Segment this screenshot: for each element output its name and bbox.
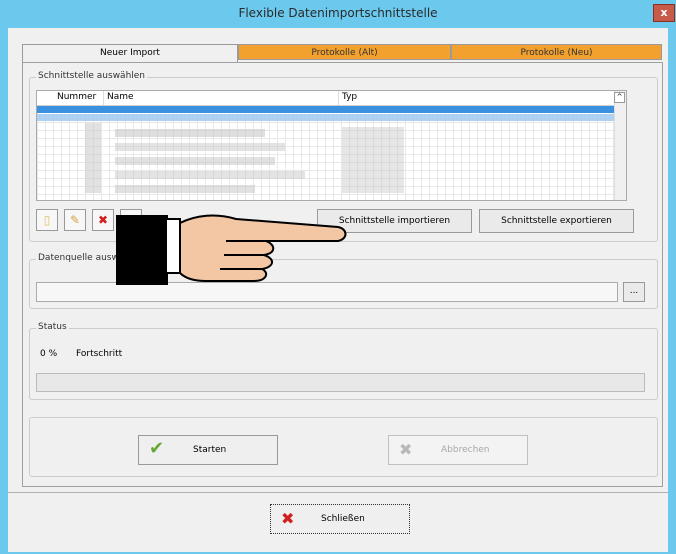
column-header-name[interactable]: Name [107,92,134,102]
tab-strip: Neuer Import Protokolle (Alt) Protokolle… [22,44,662,62]
application-window: Flexible Datenimportschnittstelle x Neue… [0,0,676,554]
close-button-label: Schließen [321,514,365,524]
pencil-icon: ✎ [69,213,81,227]
column-header-nummer[interactable]: Nummer [57,92,96,102]
progress-label: Fortschritt [76,349,123,359]
redacted-number-cells [85,123,101,193]
table-row-selected[interactable] [37,106,615,113]
window-title: Flexible Datenimportschnittstelle [238,6,438,20]
column-header-typ[interactable]: Typ [342,92,357,102]
redacted-type-cells [342,127,404,193]
export-interface-button[interactable]: Schnittstelle exportieren [479,209,634,233]
redacted-name-cell [115,129,265,137]
tab-neuer-import[interactable]: Neuer Import [22,44,238,62]
browse-button[interactable]: ... [623,282,645,302]
new-document-icon: ▯ [43,213,51,227]
actions-group: ✔ Starten ✖ Abbrechen [29,417,658,477]
footer-separator [8,492,668,493]
checkmark-icon: ✔ [149,438,165,459]
progress-percent: 0 % [40,349,58,359]
start-button[interactable]: ✔ Starten [138,435,278,465]
window-client-area: Neuer Import Protokolle (Alt) Protokolle… [8,28,668,552]
interface-grid[interactable]: Nummer Name Typ ^ [36,90,627,201]
delete-x-icon: ✖ [97,213,109,227]
window-close-button[interactable]: x [653,4,675,22]
start-button-label: Starten [193,445,227,455]
delete-interface-button[interactable]: ✖ [92,209,114,231]
cancel-x-icon: ✖ [399,440,413,459]
cancel-button-label: Abbrechen [441,445,490,455]
redacted-name-cell [115,171,305,179]
grid-header: Nummer Name Typ [37,91,626,106]
title-bar[interactable]: Flexible Datenimportschnittstelle x [0,0,676,28]
table-row[interactable] [37,114,615,121]
redacted-name-cell [115,185,255,193]
status-group: Status 0 % Fortschritt [29,322,658,400]
edit-interface-button[interactable]: ✎ [64,209,86,231]
progress-bar [36,373,645,392]
tab-protokolle-neu[interactable]: Protokolle (Neu) [451,44,662,60]
scroll-up-icon[interactable]: ^ [614,92,625,103]
close-button[interactable]: ✖ Schließen [270,504,410,534]
redacted-name-cell [115,143,285,151]
pointing-hand-icon [116,214,347,285]
grid-scrollbar[interactable]: ^ [614,91,626,200]
close-x-icon: ✖ [281,509,295,528]
interface-group-legend: Schnittstelle auswählen [36,71,148,81]
tab-protokolle-alt[interactable]: Protokolle (Alt) [238,44,451,60]
redacted-name-cell [115,157,275,165]
cancel-button[interactable]: ✖ Abbrechen [388,435,528,465]
status-group-legend: Status [36,322,69,332]
new-interface-button[interactable]: ▯ [36,209,58,231]
